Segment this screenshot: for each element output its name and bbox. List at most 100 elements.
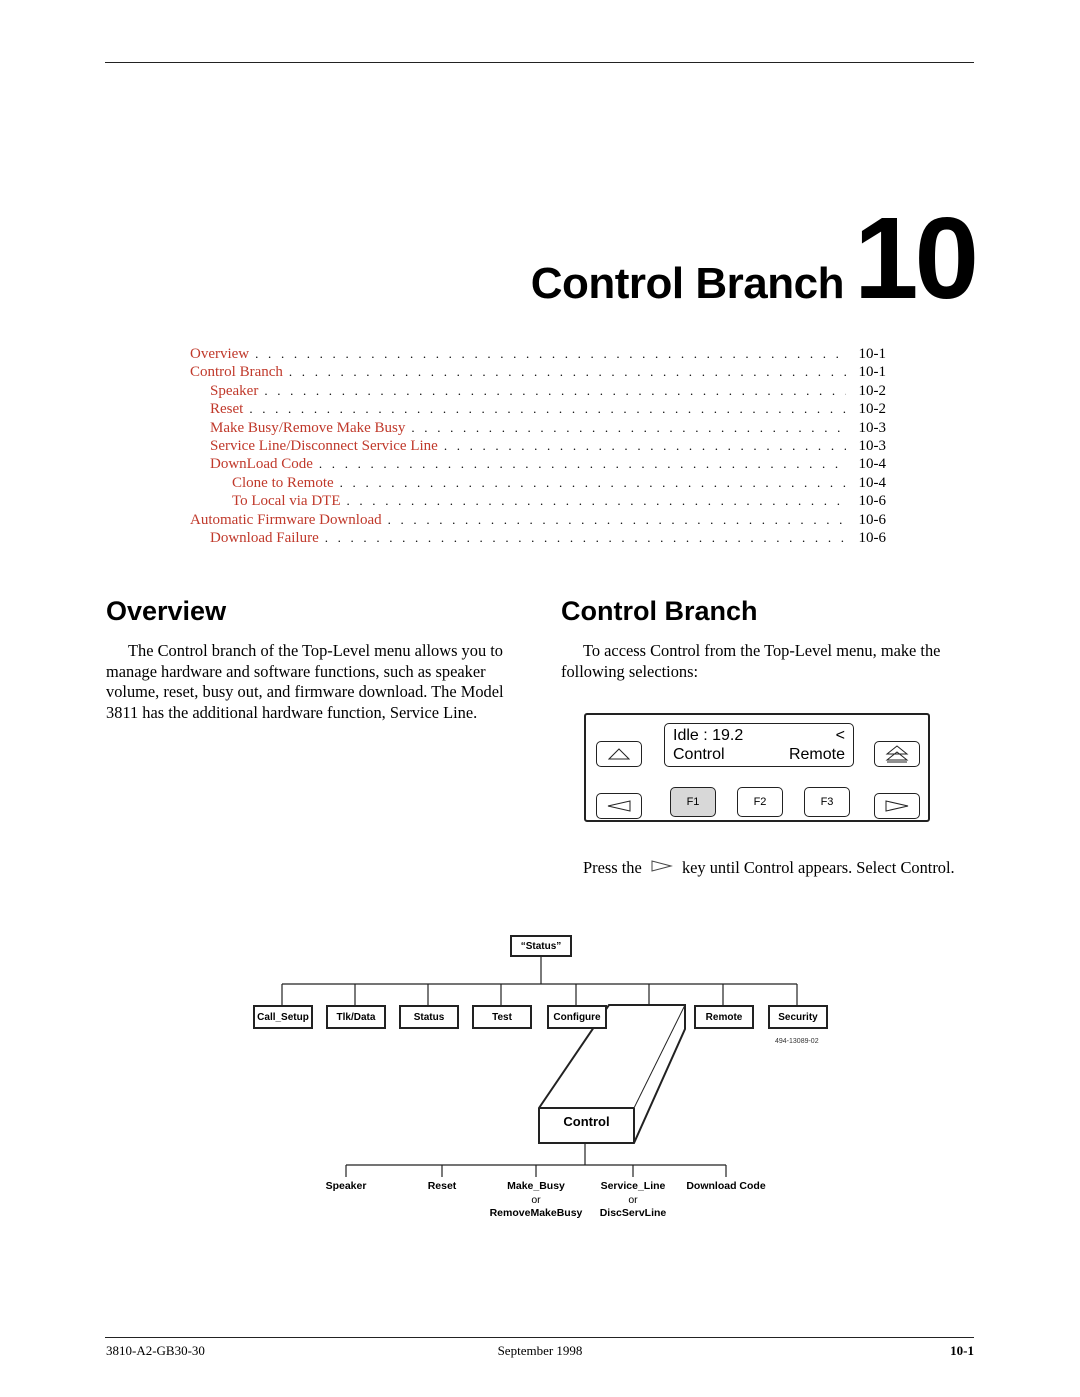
toc-entry-label[interactable]: Clone to Remote <box>232 474 340 492</box>
toc-entry[interactable]: Download Failure 10-6 <box>190 529 886 547</box>
footer-page-number: 10-1 <box>950 1343 974 1358</box>
toc-entry[interactable]: Reset 10-2 <box>190 400 886 418</box>
toc-leader-dots <box>340 474 846 492</box>
toc-entry[interactable]: Control Branch 10-1 <box>190 363 886 381</box>
toc-entry-label[interactable]: Automatic Firmware Download <box>190 511 388 529</box>
child-alt-label: RemoveMakeBusy <box>489 1207 583 1219</box>
toc-leader-dots <box>411 419 846 437</box>
toc-entry-label[interactable]: To Local via DTE <box>232 492 347 510</box>
toc-entry-label[interactable]: Control Branch <box>190 363 289 381</box>
toc-entry-label[interactable]: Overview <box>190 345 255 363</box>
lcd-display: Idle : 19.2 < Control Remote <box>664 723 854 767</box>
footer-rule <box>105 1337 974 1338</box>
lcd-status: Idle : 19.2 <box>673 727 744 744</box>
top-menu-key[interactable] <box>874 741 920 767</box>
toc-leader-dots <box>319 455 846 473</box>
press-text-after: key until Control appears. Select Contro… <box>681 858 955 877</box>
toc-entry-page: 10-3 <box>858 437 887 454</box>
press-instruction: Press the key until Control appears. Sel… <box>583 858 955 878</box>
overview-heading: Overview <box>106 596 227 626</box>
toc-leader-dots <box>347 492 847 510</box>
control-branch-paragraph: To access Control from the Top-Level men… <box>561 641 973 682</box>
child-label: Make_Busy <box>507 1180 565 1192</box>
diagram-node-test: Test <box>472 1005 532 1029</box>
chapter-number: 10 <box>853 193 979 323</box>
toc-entry-label[interactable]: Service Line/Disconnect Service Line <box>210 437 444 455</box>
toc-entry-label[interactable]: DownLoad Code <box>210 455 319 473</box>
toc-entry[interactable]: Speaker 10-2 <box>190 382 886 400</box>
toc-entry-page: 10-2 <box>858 382 887 399</box>
toc-leader-dots <box>264 382 846 400</box>
toc-entry[interactable]: Clone to Remote 10-4 <box>190 474 886 492</box>
press-text-before: Press the <box>583 858 642 877</box>
lcd-line-1: Idle : 19.2 < <box>673 726 845 745</box>
diagram-node-tlk-data: Tlk/Data <box>326 1005 386 1029</box>
left-triangle-icon <box>607 800 631 812</box>
toc-entry-page: 10-6 <box>858 493 887 510</box>
diagram-node-remote: Remote <box>694 1005 754 1029</box>
chapter-title-text: Control Branch <box>530 259 845 308</box>
up-triangle-icon <box>608 748 630 760</box>
toc-entry[interactable]: Automatic Firmware Download 10-6 <box>190 511 886 529</box>
toc-entry-label[interactable]: Speaker <box>210 382 264 400</box>
diagram-node-configure: Configure <box>547 1005 607 1029</box>
toc-entry-label[interactable]: Make Busy/Remove Make Busy <box>210 419 411 437</box>
diagram-node-status: Status <box>399 1005 459 1029</box>
toc-entry-page: 10-1 <box>858 364 887 381</box>
f1-key[interactable]: F1 <box>670 787 716 817</box>
child-or: or <box>628 1193 638 1206</box>
child-label: Reset <box>427 1180 457 1192</box>
toc-entry[interactable]: Make Busy/Remove Make Busy 10-3 <box>190 419 886 437</box>
toc-entry-label[interactable]: Reset <box>210 400 249 418</box>
child-or: or <box>531 1193 541 1206</box>
toc-leader-dots <box>388 511 846 529</box>
toc-leader-dots <box>255 345 846 363</box>
diagram-node-call-setup: Call_Setup <box>253 1005 313 1029</box>
lcd-option-remote: Remote <box>788 746 845 763</box>
toc-entry-page: 10-6 <box>858 529 887 546</box>
overview-text: The Control branch of the Top-Level menu… <box>106 641 504 722</box>
toc-entry-page: 10-4 <box>858 456 887 473</box>
overview-paragraph: The Control branch of the Top-Level menu… <box>106 641 516 723</box>
f2-key[interactable]: F2 <box>737 787 783 817</box>
lcd-line-2: Control Remote <box>673 745 845 764</box>
toc-leader-dots <box>325 529 846 547</box>
figure-id: 494-13089-02 <box>775 1038 819 1045</box>
diagram-child-node: Download Code <box>666 1180 786 1194</box>
child-label: Service_Line <box>600 1180 666 1192</box>
toc-entry-page: 10-2 <box>858 401 887 418</box>
f3-key[interactable]: F3 <box>804 787 850 817</box>
toc-leader-dots <box>289 363 846 381</box>
child-label: Download Code <box>686 1180 766 1192</box>
header-rule <box>105 62 974 63</box>
toc-entry-page: 10-1 <box>858 346 887 362</box>
right-triangle-icon <box>885 800 909 812</box>
toc-leader-dots <box>444 437 846 455</box>
control-branch-heading: Control Branch <box>561 596 758 626</box>
double-up-triangle-icon <box>885 745 909 763</box>
left-arrow-key[interactable] <box>596 793 642 819</box>
right-arrow-key[interactable] <box>874 793 920 819</box>
child-alt-label: DiscServLine <box>599 1207 667 1219</box>
toc-entry-page: 10-3 <box>858 419 887 436</box>
right-arrow-key-icon <box>651 860 673 872</box>
diagram-node-security: Security <box>768 1005 828 1029</box>
menu-tree-diagram: “Status” Call_Setup Tlk/Data Status Test Conf… <box>230 925 850 1225</box>
control-branch-text: To access Control from the Top-Level men… <box>561 641 941 681</box>
toc-entry[interactable]: DownLoad Code 10-4 <box>190 455 886 473</box>
chapter-title: Control Branch10 <box>0 200 979 316</box>
toc-leader-dots <box>249 400 846 418</box>
up-arrow-key[interactable] <box>596 741 642 767</box>
toc-entry-label[interactable]: Download Failure <box>210 529 325 547</box>
lcd-scroll-indicator: < <box>835 727 845 744</box>
toc-entry-page: 10-6 <box>858 511 887 528</box>
lcd-option-control: Control <box>673 746 725 763</box>
child-label: Speaker <box>325 1180 367 1192</box>
table-of-contents: Overview 10-1 Control Branch 10-1 Speaker 10-… <box>190 345 886 547</box>
footer-date: September 1998 <box>497 1343 583 1358</box>
toc-entry[interactable]: To Local via DTE 10-6 <box>190 492 886 510</box>
diagram-node-control: Control <box>563 1114 610 1129</box>
toc-entry[interactable]: Overview 10-1 <box>190 345 886 363</box>
toc-entry-page: 10-4 <box>858 474 887 491</box>
toc-entry[interactable]: Service Line/Disconnect Service Line 10-3 <box>190 437 886 455</box>
